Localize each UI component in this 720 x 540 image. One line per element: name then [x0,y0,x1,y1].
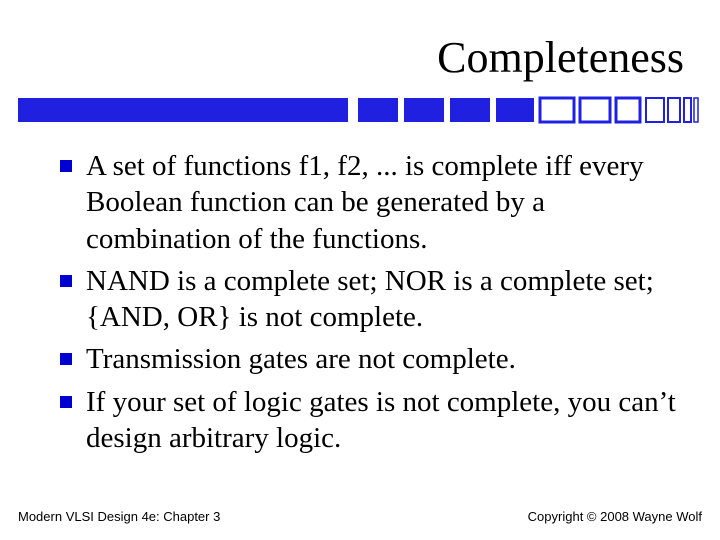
bullet-icon [60,275,72,287]
list-item: If your set of logic gates is not comple… [60,384,684,457]
footer-right: Copyright © 2008 Wayne Wolf [528,509,702,524]
bullet-icon [60,160,72,172]
divider-bar [18,96,702,124]
list-item: A set of functions f1, f2, ... is comple… [60,148,684,257]
bullet-list: A set of functions f1, f2, ... is comple… [60,148,684,462]
bullet-icon [60,353,72,365]
bullet-text: NAND is a complete set; NOR is a complet… [86,263,684,336]
bullet-text: Transmission gates are not complete. [86,341,516,377]
bullet-icon [60,396,72,408]
bullet-text: A set of functions f1, f2, ... is comple… [86,148,684,257]
bullet-text: If your set of logic gates is not comple… [86,384,684,457]
slide-title: Completeness [437,32,684,83]
slide: Completeness A set of functions f1, f2, … [0,0,720,540]
list-item: Transmission gates are not complete. [60,341,684,377]
footer-left: Modern VLSI Design 4e: Chapter 3 [18,509,220,524]
list-item: NAND is a complete set; NOR is a complet… [60,263,684,336]
